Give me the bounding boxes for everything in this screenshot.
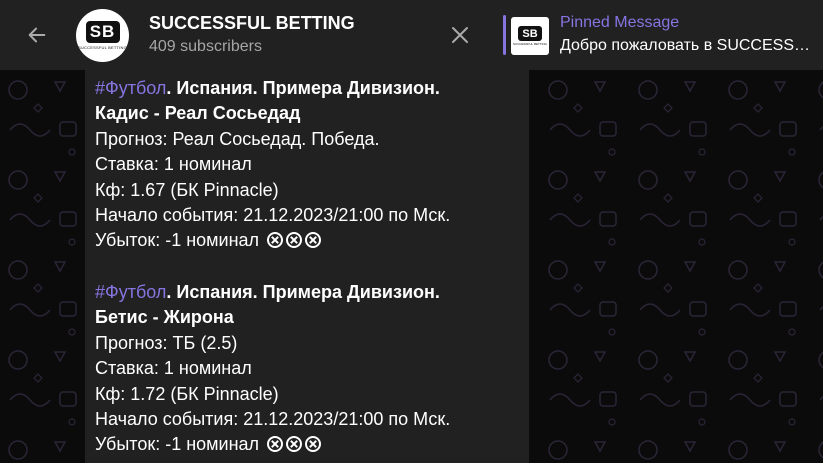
result-line: Убыток: -1 номинал: [95, 228, 450, 253]
close-icon: [452, 27, 468, 43]
stake-line: Ставка: 1 номинал: [95, 154, 252, 175]
league-text: . Испания. Примера Дивизион.: [166, 78, 440, 98]
close-search-button[interactable]: [447, 22, 473, 48]
chat-header: SB SUCCESSFUL BETTING SUCCESSFUL BETTING…: [0, 0, 823, 70]
match-title: Кадис - Реал Сосьедад: [95, 103, 301, 124]
forecast-line: Прогноз: ТБ (2.5): [95, 332, 238, 353]
bet-post-2: #Футбол. Испания. Примера Дивизион. Бети…: [95, 280, 450, 458]
result-text: Убыток: -1 номинал: [95, 434, 260, 455]
cross-circle-icon: [286, 232, 303, 249]
cross-circle-icon: [267, 436, 284, 453]
back-button[interactable]: [24, 22, 50, 48]
pinned-thumbnail[interactable]: SB SUCCESSFUL BETTING: [511, 17, 549, 55]
pinned-thumb-subtext: SUCCESSFUL BETTING: [513, 42, 547, 46]
cross-circle-icon: [305, 232, 322, 249]
league-text: . Испания. Примера Дивизион.: [166, 282, 440, 302]
odds-line: Кф: 1.67 (БК Pinnacle): [95, 179, 279, 200]
hashtag-link[interactable]: #Футбол: [95, 78, 166, 98]
pinned-message-text[interactable]: Добро пожаловать в SUCCESSFUL BETTING: [560, 37, 815, 55]
subscriber-count: 409 subscribers: [149, 38, 262, 55]
pinned-indicator-bar: [503, 15, 506, 55]
avatar-logo-subtext: SUCCESSFUL BETTING: [78, 45, 127, 50]
pinned-thumb-logo: SB: [518, 26, 542, 41]
message-bubble: #Футбол. Испания. Примера Дивизион. Кади…: [85, 70, 529, 463]
post-header: #Футбол. Испания. Примера Дивизион.: [95, 280, 450, 305]
pinned-message-label[interactable]: Pinned Message: [560, 14, 679, 32]
bet-post-1: #Футбол. Испания. Примера Дивизион. Кади…: [95, 76, 450, 254]
cross-circle-icon: [267, 232, 284, 249]
cross-circle-icon: [286, 436, 303, 453]
hashtag-link[interactable]: #Футбол: [95, 282, 166, 302]
odds-line: Кф: 1.72 (БК Pinnacle): [95, 383, 279, 404]
match-title: Бетис - Жирона: [95, 307, 234, 328]
stake-line: Ставка: 1 номинал: [95, 358, 252, 379]
cross-circle-icon: [305, 436, 322, 453]
result-text: Убыток: -1 номинал: [95, 230, 260, 251]
result-line: Убыток: -1 номинал: [95, 432, 450, 457]
channel-title[interactable]: SUCCESSFUL BETTING: [149, 13, 355, 34]
post-header: #Футбол. Испания. Примера Дивизион.: [95, 76, 450, 101]
channel-avatar[interactable]: SB SUCCESSFUL BETTING: [76, 9, 129, 62]
arrow-left-icon: [28, 27, 46, 43]
start-time-line: Начало события: 21.12.2023/21:00 по Мск.: [95, 409, 451, 430]
start-time-line: Начало события: 21.12.2023/21:00 по Мск.: [95, 205, 451, 226]
forecast-line: Прогноз: Реал Сосьедад. Победа.: [95, 128, 380, 149]
avatar-logo: SB: [85, 21, 120, 43]
